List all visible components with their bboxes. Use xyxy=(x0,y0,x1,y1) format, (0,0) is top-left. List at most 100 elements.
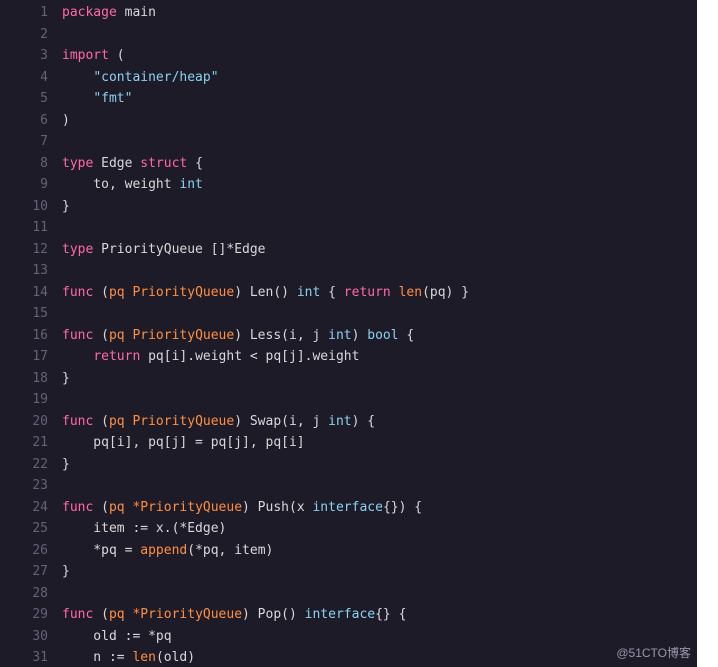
token-ident: { xyxy=(320,285,343,300)
token-ident: (pq) } xyxy=(422,285,469,300)
code-line: 1package main xyxy=(0,2,697,24)
token-recv: pq xyxy=(109,328,125,343)
code-line: 13 xyxy=(0,260,697,282)
token-kw: type xyxy=(62,242,93,257)
token-ident xyxy=(62,91,93,106)
token-recv: PriorityQueue xyxy=(132,414,234,429)
code-line: 6) xyxy=(0,110,697,132)
token-kw: return xyxy=(344,285,391,300)
code-line: 2 xyxy=(0,24,697,46)
code-content: *pq = append(*pq, item) xyxy=(62,540,697,562)
token-ident xyxy=(62,349,93,364)
token-ident: pq[i].weight < pq[j].weight xyxy=(140,349,359,364)
token-ident: ) Push(x xyxy=(242,500,312,515)
token-str: "container/heap" xyxy=(93,70,218,85)
code-content: } xyxy=(62,196,697,218)
line-number: 6 xyxy=(0,110,62,132)
line-number: 14 xyxy=(0,282,62,304)
token-ident: item := x.(*Edge) xyxy=(62,521,226,536)
line-number: 13 xyxy=(0,260,62,282)
token-ident: *pq = xyxy=(62,543,140,558)
token-ident: (*pq, item) xyxy=(187,543,273,558)
token-kw: func xyxy=(62,328,93,343)
code-editor: 1package main23import (4 "container/heap… xyxy=(0,0,697,667)
code-line: 16func (pq PriorityQueue) Less(i, j int)… xyxy=(0,325,697,347)
token-ident: ) Less(i, j xyxy=(234,328,328,343)
line-number: 25 xyxy=(0,518,62,540)
code-line: 29func (pq *PriorityQueue) Pop() interfa… xyxy=(0,604,697,626)
token-ident: ( xyxy=(109,48,125,63)
token-recv: pq xyxy=(109,607,125,622)
code-line: 12type PriorityQueue []*Edge xyxy=(0,239,697,261)
code-content: to, weight int xyxy=(62,174,697,196)
code-content: func (pq PriorityQueue) Swap(i, j int) { xyxy=(62,411,697,433)
token-ident: to, weight xyxy=(62,177,179,192)
token-kw: import xyxy=(62,48,109,63)
code-line: 23 xyxy=(0,475,697,497)
line-number: 22 xyxy=(0,454,62,476)
token-ident: ( xyxy=(93,285,109,300)
code-content: func (pq PriorityQueue) Len() int { retu… xyxy=(62,282,697,304)
line-number: 29 xyxy=(0,604,62,626)
code-line: 17 return pq[i].weight < pq[j].weight xyxy=(0,346,697,368)
code-line: 30 old := *pq xyxy=(0,626,697,648)
line-number: 31 xyxy=(0,647,62,667)
code-line: 11 xyxy=(0,217,697,239)
token-ident: } xyxy=(62,564,70,579)
token-ident: ) { xyxy=(352,414,375,429)
token-kw: struct xyxy=(140,156,187,171)
code-content: } xyxy=(62,454,697,476)
line-number: 11 xyxy=(0,217,62,239)
token-ident: PriorityQueue []*Edge xyxy=(93,242,265,257)
line-number: 21 xyxy=(0,432,62,454)
code-line: 15 xyxy=(0,303,697,325)
token-ident: n := xyxy=(62,650,132,665)
code-content xyxy=(62,217,697,239)
token-ident: ( xyxy=(93,500,109,515)
token-ident: {}) { xyxy=(383,500,422,515)
token-builtin: len xyxy=(132,650,155,665)
token-ident: ) Pop() xyxy=(242,607,305,622)
code-content: package main xyxy=(62,2,697,24)
token-str: "fmt" xyxy=(93,91,132,106)
line-number: 16 xyxy=(0,325,62,347)
code-line: 19 xyxy=(0,389,697,411)
token-type: int xyxy=(328,414,351,429)
code-line: 24func (pq *PriorityQueue) Push(x interf… xyxy=(0,497,697,519)
line-number: 15 xyxy=(0,303,62,325)
token-ident xyxy=(391,285,399,300)
code-line: 26 *pq = append(*pq, item) xyxy=(0,540,697,562)
token-ident: ) xyxy=(62,113,70,128)
token-kw: func xyxy=(62,285,93,300)
line-number: 10 xyxy=(0,196,62,218)
line-number: 20 xyxy=(0,411,62,433)
code-line: 14func (pq PriorityQueue) Len() int { re… xyxy=(0,282,697,304)
token-ident: ) Swap(i, j xyxy=(234,414,328,429)
line-number: 24 xyxy=(0,497,62,519)
token-recv: *PriorityQueue xyxy=(132,607,242,622)
code-line: 3import ( xyxy=(0,45,697,67)
token-kw: func xyxy=(62,607,93,622)
line-number: 3 xyxy=(0,45,62,67)
token-type: int xyxy=(179,177,202,192)
code-content xyxy=(62,131,697,153)
line-number: 7 xyxy=(0,131,62,153)
token-type: interface xyxy=(312,500,382,515)
line-number: 27 xyxy=(0,561,62,583)
line-number: 23 xyxy=(0,475,62,497)
line-number: 5 xyxy=(0,88,62,110)
line-number: 28 xyxy=(0,583,62,605)
code-line: 27} xyxy=(0,561,697,583)
line-number: 2 xyxy=(0,24,62,46)
code-content: pq[i], pq[j] = pq[j], pq[i] xyxy=(62,432,697,454)
code-content: n := len(old) xyxy=(62,647,697,667)
token-ident: pq[i], pq[j] = pq[j], pq[i] xyxy=(62,435,305,450)
token-ident: Edge xyxy=(93,156,140,171)
code-line: 21 pq[i], pq[j] = pq[j], pq[i] xyxy=(0,432,697,454)
token-ident: ) xyxy=(352,328,368,343)
line-number: 1 xyxy=(0,2,62,24)
token-recv: PriorityQueue xyxy=(132,285,234,300)
token-ident: {} { xyxy=(375,607,406,622)
token-ident: } xyxy=(62,457,70,472)
code-content xyxy=(62,260,697,282)
